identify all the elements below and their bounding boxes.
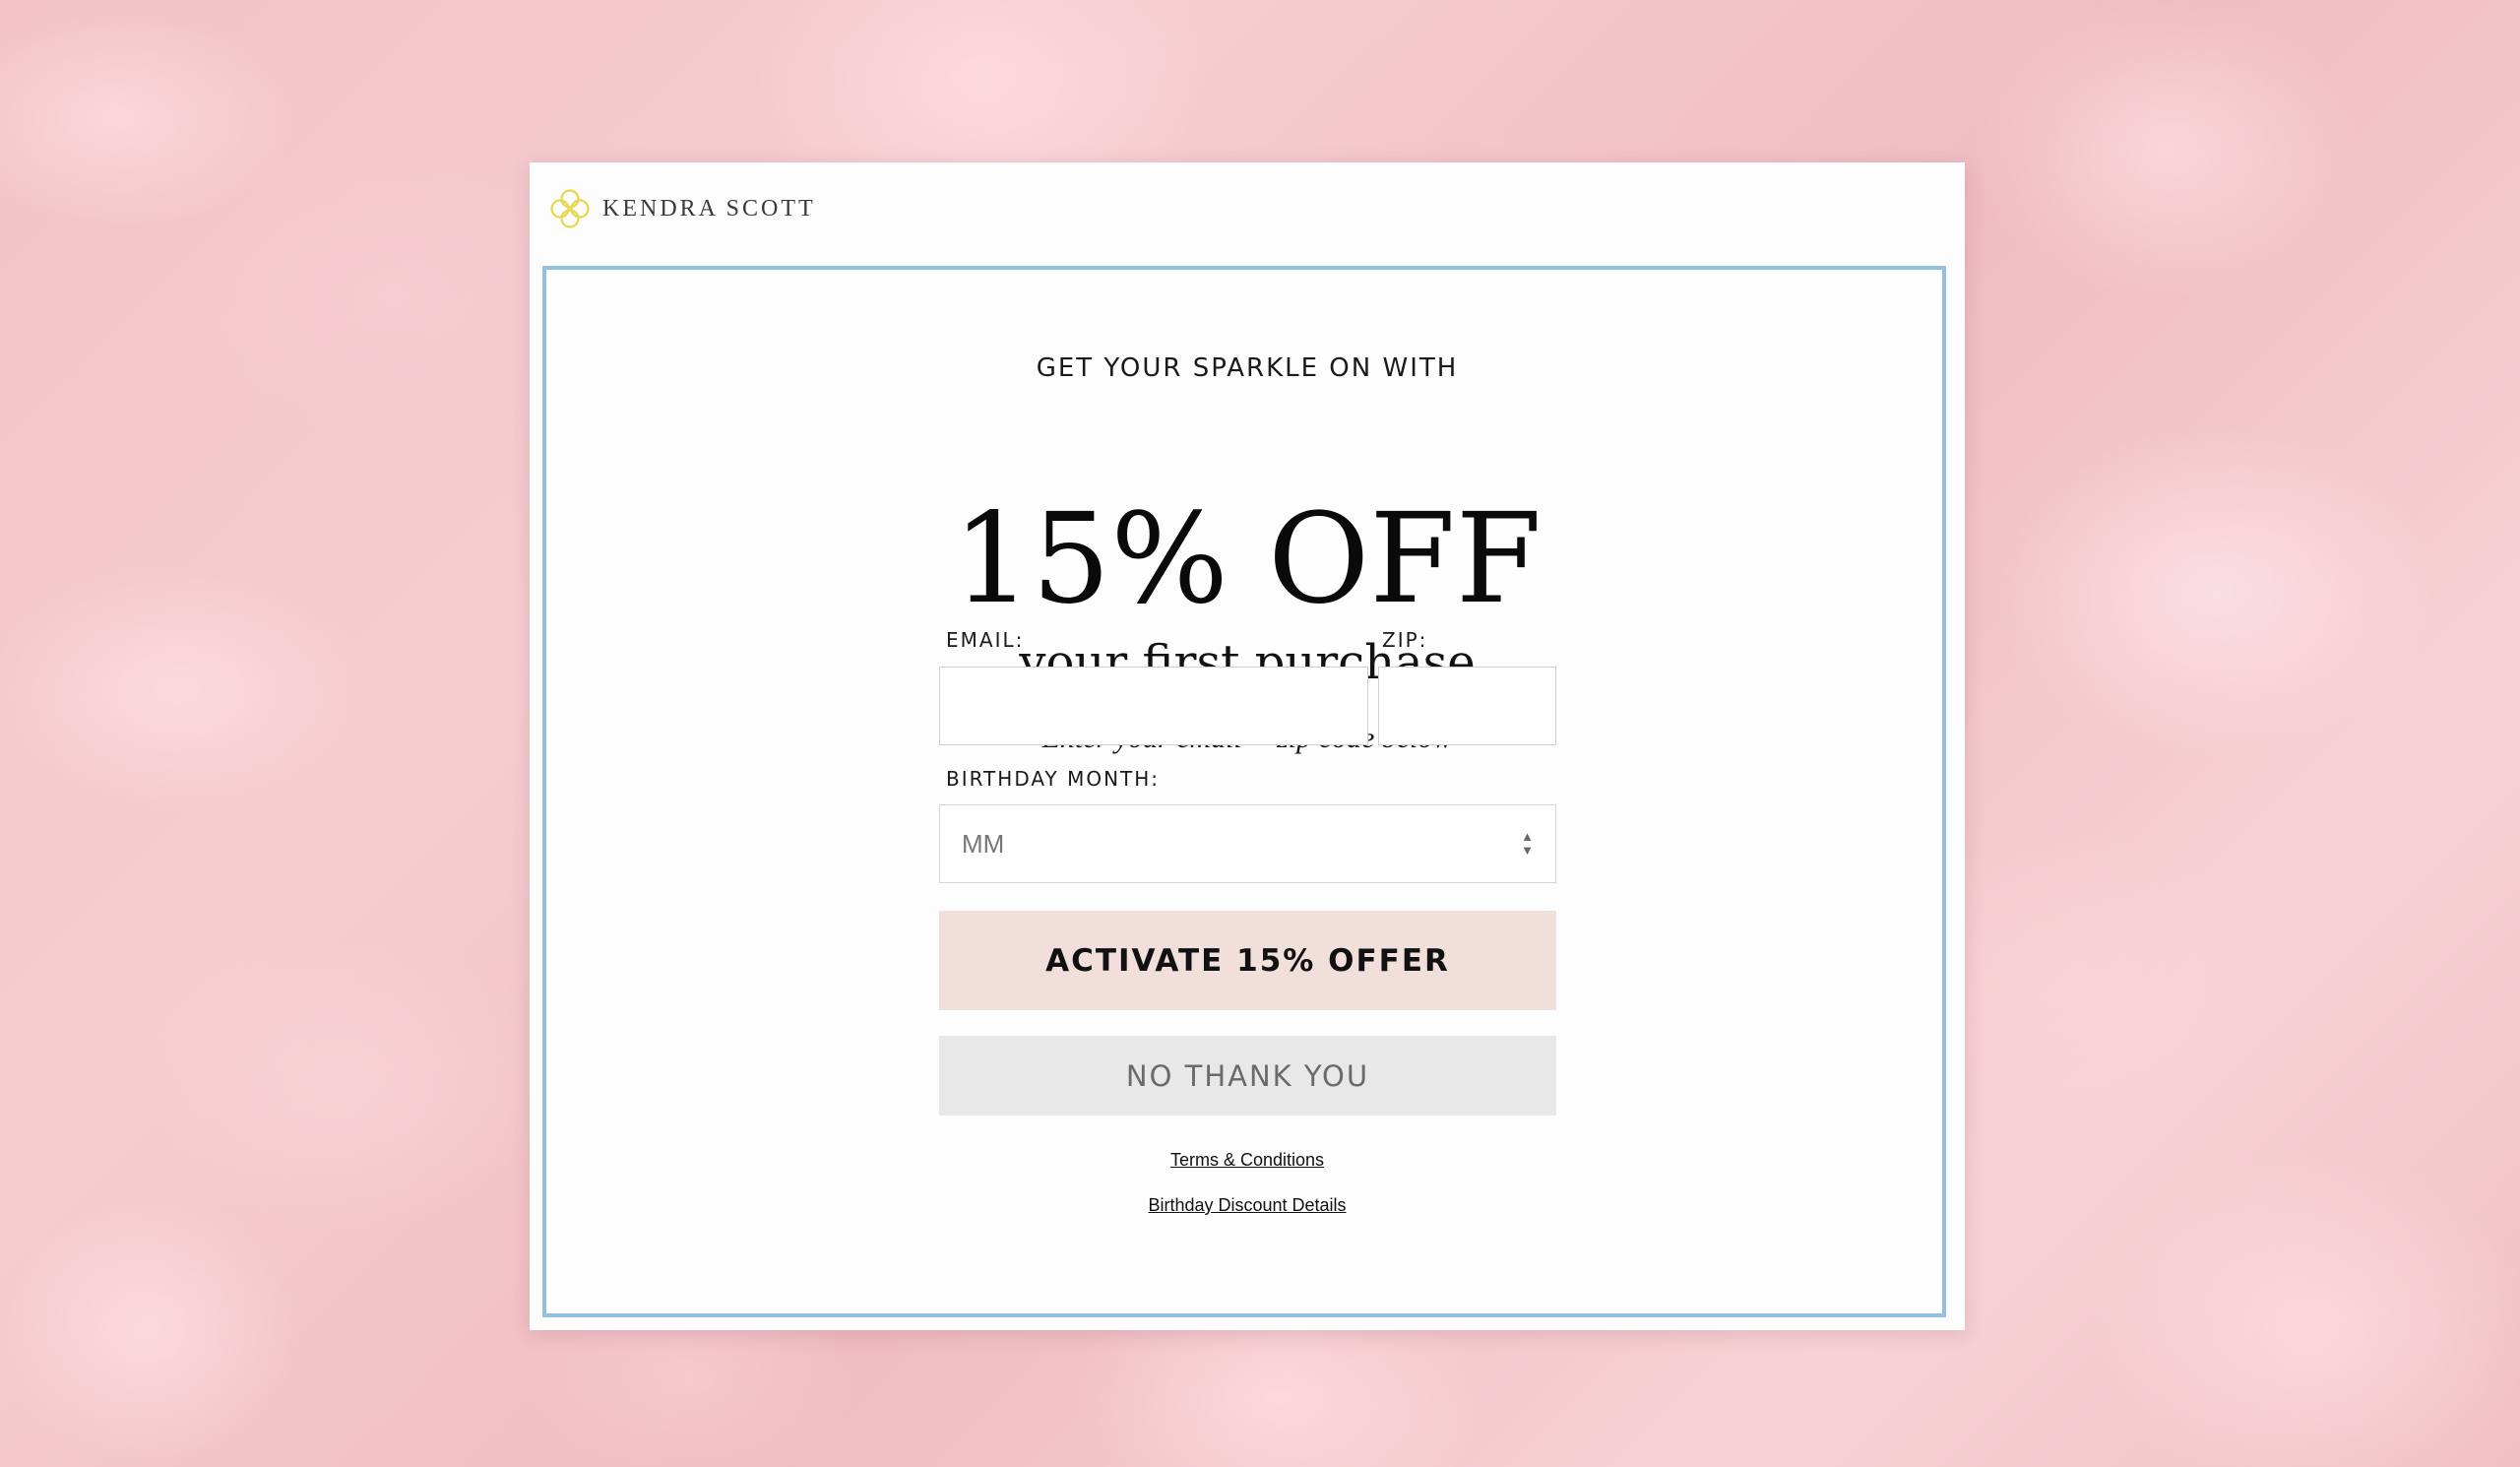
zip-label: ZIP:: [1382, 628, 1428, 652]
birthday-month-label: BIRTHDAY MONTH:: [946, 767, 1161, 791]
birthday-discount-details-link[interactable]: Birthday Discount Details: [1148, 1195, 1346, 1215]
activate-offer-button[interactable]: ACTIVATE 15% OFFER: [939, 911, 1556, 1010]
kendra-scott-flower-logo-icon: [550, 189, 590, 228]
select-arrows-icon: ▲ ▼: [1521, 829, 1534, 858]
no-thank-you-button[interactable]: NO THANK YOU: [939, 1036, 1556, 1116]
brand-name: KENDRA SCOTT: [602, 195, 816, 222]
offer-headline: 15% OFF: [952, 486, 1543, 631]
terms-conditions-link[interactable]: Terms & Conditions: [1170, 1150, 1324, 1170]
offer-eyebrow: GET YOUR SPARKLE ON WITH: [1036, 353, 1459, 383]
birthday-month-value: MM: [962, 828, 1005, 859]
signup-modal: KENDRA SCOTT GET YOUR SPARKLE ON WITH 15…: [530, 162, 1965, 1330]
birthday-month-select[interactable]: MM ▲ ▼: [939, 804, 1556, 883]
brand-header: KENDRA SCOTT: [547, 184, 816, 233]
email-label: EMAIL:: [946, 628, 1025, 652]
zip-field[interactable]: [1378, 667, 1556, 745]
terms-link-row: Terms & Conditions: [530, 1150, 1965, 1171]
email-field[interactable]: [939, 667, 1368, 745]
birthday-details-link-row: Birthday Discount Details: [530, 1195, 1965, 1216]
